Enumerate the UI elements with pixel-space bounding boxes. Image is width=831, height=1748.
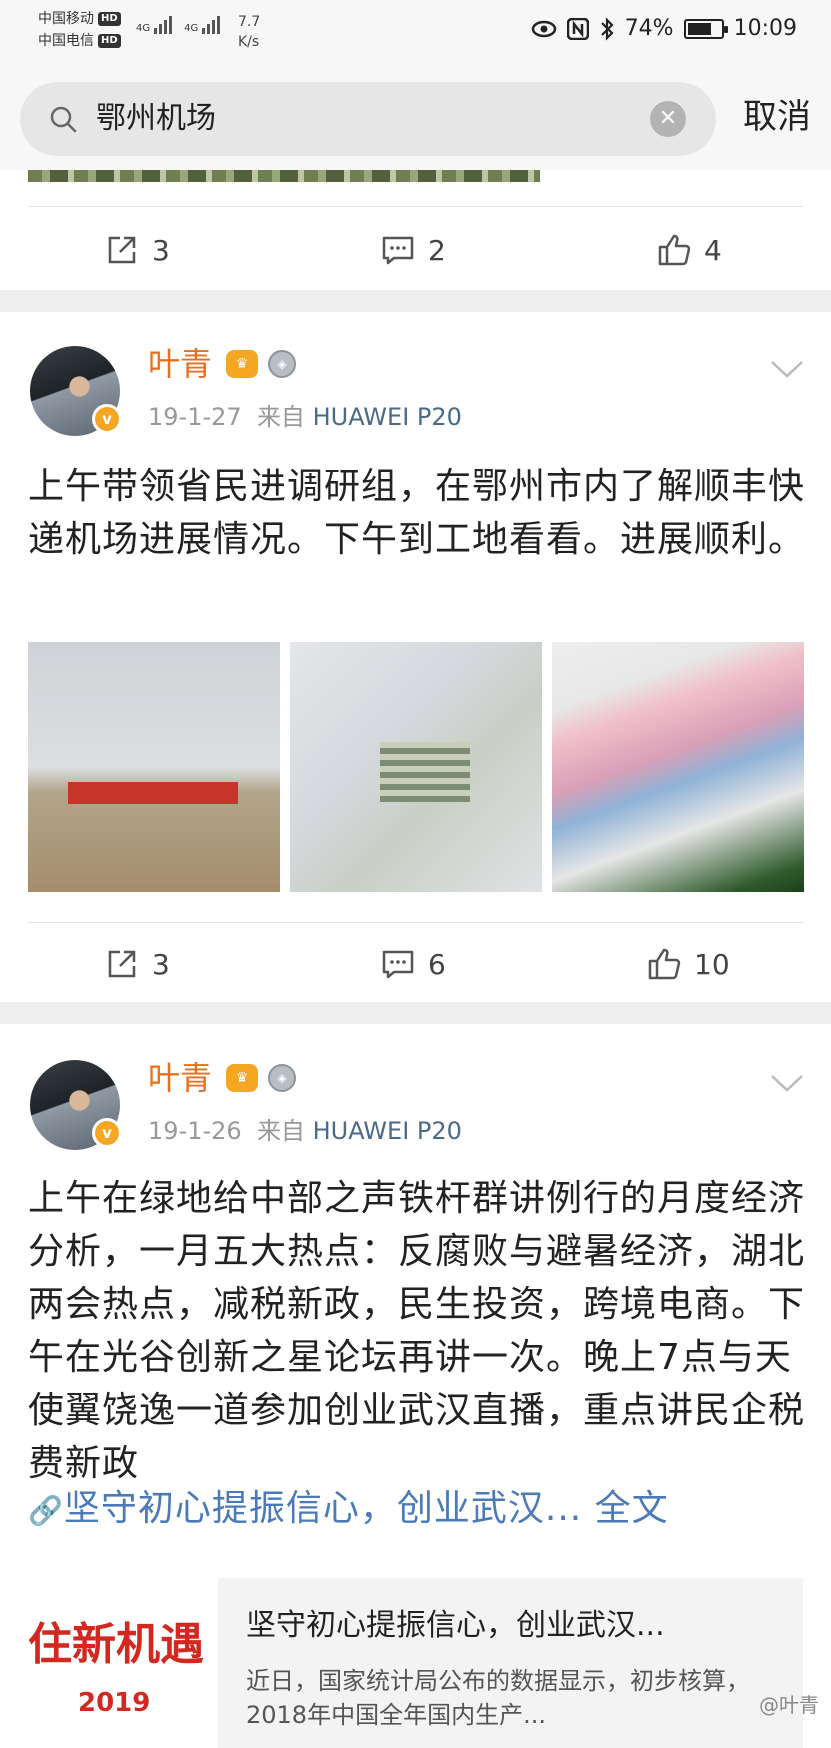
repost-icon [104, 232, 140, 268]
post-image[interactable] [290, 642, 542, 892]
carrier-1-label: 中国移动 [38, 8, 94, 30]
post-meta: 19-1-26 来自 HUAWEI P20 [148, 1116, 462, 1146]
image-grid [28, 642, 804, 892]
article-link[interactable]: 🔗坚守初心提振信心，创业武汉... 全文 [28, 1484, 669, 1536]
repost-icon [104, 946, 140, 982]
repost-count: 3 [152, 234, 170, 267]
article-card-image: 住新机遇 2019 [28, 1578, 218, 1748]
verified-icon: v [92, 404, 122, 434]
author-name[interactable]: 叶青 [148, 344, 212, 384]
search-icon [48, 104, 78, 134]
signal-indicators: 4G 4G [136, 16, 220, 34]
battery-icon [684, 19, 724, 39]
verified-icon: v [92, 1118, 122, 1148]
signal-icon: 4G [184, 16, 220, 34]
repost-button[interactable]: 3 [104, 210, 170, 290]
like-button[interactable]: 10 [646, 924, 730, 1004]
comment-icon [380, 232, 416, 268]
card-image-text: 住新机遇 [28, 1608, 204, 1672]
status-bar: 中国移动 HD 中国电信 HD 4G 4G 7.7 K/s 74% 10:09 [0, 0, 831, 70]
chevron-down-icon[interactable] [769, 1072, 805, 1094]
feed-separator [0, 1002, 831, 1024]
comment-button[interactable]: 2 [380, 210, 446, 290]
speed-value: 7.7 [238, 12, 260, 32]
comment-icon [380, 946, 416, 982]
card-image-year: 2019 [78, 1688, 150, 1718]
comment-count: 6 [428, 948, 446, 981]
action-bar: 3 6 10 [0, 924, 831, 1004]
search-query: 鄂州机场 [96, 100, 216, 138]
cancel-button[interactable]: 取消 [743, 94, 811, 140]
article-card-desc: 近日，国家统计局公布的数据显示，初步核算，2018年中国全年国内生产... [246, 1664, 786, 1732]
device-label: HUAWEI P20 [313, 1117, 462, 1145]
article-link-label: 坚守初心提振信心，创业武汉... [64, 1488, 582, 1529]
bluetooth-icon [599, 17, 615, 41]
full-text-link[interactable]: 全文 [595, 1488, 669, 1529]
divider [28, 922, 803, 923]
status-right: 74% 10:09 [531, 16, 797, 41]
search-bar: 鄂州机场 ✕ 取消 [0, 70, 831, 170]
weibo-post[interactable]: v 叶青 ♛ ◈ 19-1-26 来自 HUAWEI P20 上午在绿地给中部之… [0, 1024, 831, 1726]
post-date: 19-1-27 [148, 403, 242, 431]
chevron-down-icon[interactable] [769, 358, 805, 380]
carrier-info: 中国移动 HD 中国电信 HD [38, 8, 121, 52]
network-type-label: 4G [184, 24, 198, 34]
post-image[interactable] [552, 642, 804, 892]
speed-unit: K/s [238, 32, 260, 52]
post-date: 19-1-26 [148, 1117, 242, 1145]
medal-badge-icon[interactable]: ◈ [268, 350, 296, 378]
post-text: 上午带领省民进调研组，在鄂州市内了解顺丰快递机场进展情况。下午到工地看看。进展顺… [28, 460, 808, 566]
thumbs-up-icon [646, 946, 682, 982]
network-speed: 7.7 K/s [238, 12, 260, 52]
divider [28, 206, 803, 207]
article-card-title: 坚守初心提振信心，创业武汉... [246, 1606, 665, 1646]
comment-count: 2 [428, 234, 446, 267]
like-count: 10 [694, 948, 730, 981]
source-prefix: 来自 [257, 1117, 305, 1145]
like-count: 4 [704, 234, 722, 267]
crown-badge-icon[interactable]: ♛ [226, 350, 258, 378]
clear-icon[interactable]: ✕ [650, 101, 686, 137]
eye-icon [531, 20, 557, 38]
carrier-2-label: 中国电信 [38, 30, 94, 52]
comment-button[interactable]: 6 [380, 924, 446, 1004]
post-image-partial[interactable] [28, 170, 540, 182]
article-card[interactable]: 住新机遇 2019 坚守初心提振信心，创业武汉... 近日，国家统计局公布的数据… [28, 1578, 803, 1748]
post-text: 上午在绿地给中部之声铁杆群讲例行的月度经济分析，一月五大热点：反腐败与避暑经济，… [28, 1172, 808, 1490]
post-image[interactable] [28, 642, 280, 892]
repost-button[interactable]: 3 [104, 924, 170, 1004]
signal-icon: 4G [136, 16, 172, 34]
author-name[interactable]: 叶青 [148, 1058, 212, 1098]
weibo-post[interactable]: v 叶青 ♛ ◈ 19-1-27 来自 HUAWEI P20 上午带领省民进调研… [0, 312, 831, 1002]
watermark: @叶青 [759, 1689, 819, 1718]
hd-badge: HD [98, 12, 121, 26]
hd-badge: HD [98, 34, 121, 48]
clock: 10:09 [734, 16, 797, 41]
crown-badge-icon[interactable]: ♛ [226, 1064, 258, 1092]
device-label: HUAWEI P20 [313, 403, 462, 431]
medal-badge-icon[interactable]: ◈ [268, 1064, 296, 1092]
like-button[interactable]: 4 [656, 210, 722, 290]
post-meta: 19-1-27 来自 HUAWEI P20 [148, 402, 462, 432]
feed-separator [0, 290, 831, 312]
battery-percent: 74% [625, 16, 674, 41]
source-prefix: 来自 [257, 403, 305, 431]
thumbs-up-icon [656, 232, 692, 268]
repost-count: 3 [152, 948, 170, 981]
search-input[interactable]: 鄂州机场 ✕ [20, 82, 716, 156]
nfc-icon [567, 18, 589, 40]
network-type-label: 4G [136, 24, 150, 34]
action-bar: 3 2 4 [0, 210, 831, 290]
link-icon: 🔗 [28, 1494, 64, 1527]
